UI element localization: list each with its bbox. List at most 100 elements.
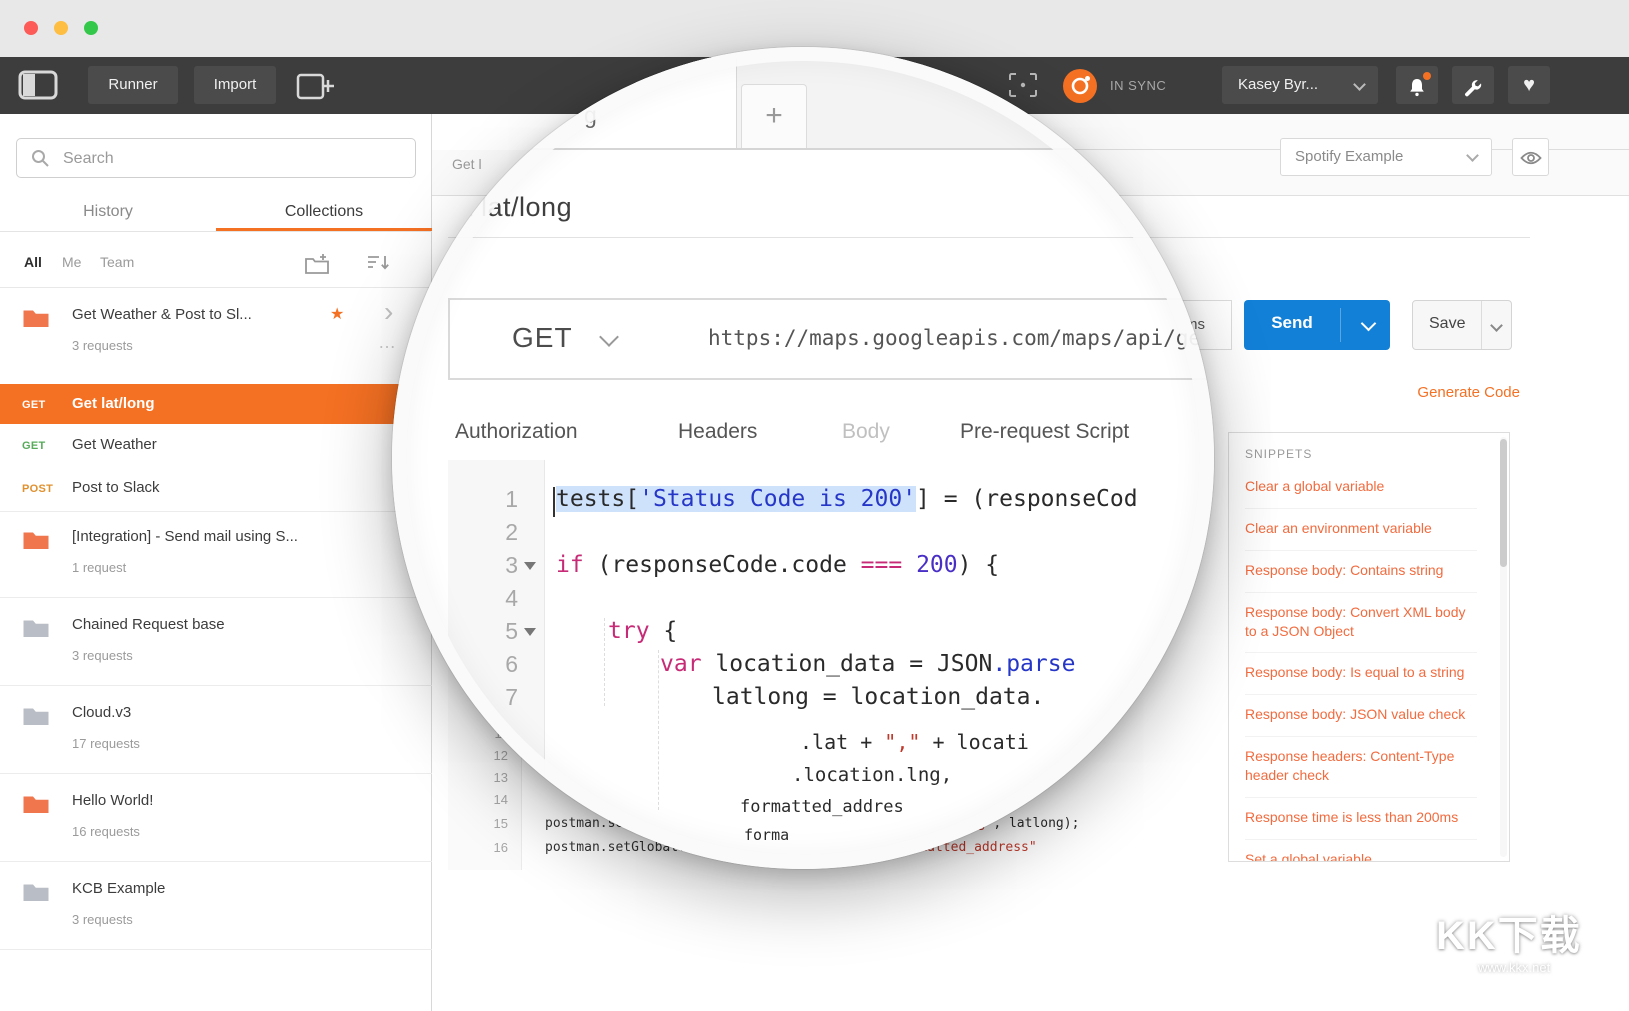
notification-badge [1423, 72, 1431, 80]
method-label: GET [22, 440, 46, 452]
send-split-divider [1340, 308, 1341, 342]
collection-folder[interactable]: [Integration] - Send mail using S... 1 r… [0, 512, 432, 598]
zoom-button[interactable] [84, 21, 98, 35]
request-item[interactable]: GET Get Weather [0, 424, 432, 466]
lens-code-line-9: .location.lng, [792, 764, 952, 786]
collection-folder[interactable]: Get Weather & Post to Sl... ★ 3 requests… [0, 288, 432, 384]
code-token: (responseCode.code [584, 552, 861, 578]
lens-method-dropdown[interactable]: GET [448, 298, 688, 380]
collection-folder[interactable]: Hello World! 16 requests [0, 774, 432, 862]
string-token: "," [884, 730, 920, 754]
chevron-down-icon[interactable] [1361, 316, 1377, 332]
close-button[interactable] [24, 21, 38, 35]
lens-tab-headers[interactable]: Headers [678, 420, 757, 444]
fold-caret-icon[interactable] [524, 562, 536, 570]
snippet-item[interactable]: Response time is less than 200ms [1245, 798, 1477, 840]
lens-tab-body[interactable]: Body [842, 420, 890, 444]
user-menu-button[interactable]: Kasey Byr... [1222, 66, 1378, 104]
snippet-item[interactable]: Clear an environment variable [1245, 509, 1477, 551]
folder-icon [22, 308, 50, 334]
snippet-item[interactable]: Response body: Convert XML body to a JSO… [1245, 593, 1477, 654]
lens-url-input[interactable]: https://maps.googleapis.com/maps/api/geo… [686, 298, 1214, 380]
favorites-button[interactable]: ♥ [1508, 66, 1550, 104]
snippet-item[interactable]: Clear a global variable [1245, 467, 1477, 509]
code-token: + locati [920, 730, 1028, 754]
method-token: .parse [992, 651, 1075, 677]
collection-meta: 3 requests [72, 648, 133, 663]
collection-meta: 3 requests [72, 912, 133, 927]
line-number: 6 [448, 651, 518, 678]
lens-code-line-3: if (responseCode.code === 200) { [556, 552, 999, 578]
collection-folder[interactable]: Chained Request base 3 requests [0, 598, 432, 686]
collection-name: Chained Request base [72, 616, 225, 633]
folder-icon [22, 882, 50, 908]
tab-history[interactable]: History [0, 192, 216, 232]
collection-name: Get Weather & Post to Sl... [72, 306, 252, 323]
line-number: 5 [448, 618, 518, 645]
operator-token: === [861, 552, 903, 578]
collection-folder[interactable]: KCB Example 3 requests [0, 862, 432, 950]
generate-code-link[interactable]: Generate Code [1360, 384, 1520, 401]
request-item-selected[interactable]: GET Get lat/long [0, 384, 432, 424]
lens-title-underline [420, 237, 1210, 238]
environment-preview-button[interactable] [1512, 138, 1549, 176]
collection-name: Cloud.v3 [72, 704, 131, 721]
lens-tab-authorization[interactable]: Authorization [455, 420, 578, 444]
lens-code-line-8: .lat + "," + locati [800, 730, 1029, 754]
sidebar-toggle-icon[interactable] [18, 70, 58, 105]
new-folder-icon[interactable] [304, 253, 330, 280]
request-name: Get Weather [72, 436, 157, 453]
lens-code-line-12: forma [744, 826, 789, 844]
minimize-button[interactable] [54, 21, 68, 35]
indent-guide [604, 618, 605, 706]
new-window-icon[interactable] [296, 71, 336, 106]
filter-me[interactable]: Me [62, 254, 81, 270]
keyword-token: var [660, 651, 702, 677]
notifications-button[interactable] [1396, 66, 1438, 104]
save-label: Save [1429, 315, 1465, 333]
filter-team[interactable]: Team [100, 254, 134, 270]
chevron-down-icon [1353, 78, 1366, 91]
code-token: location_data = JSON [702, 651, 993, 677]
snippets-title: SNIPPETS [1245, 447, 1477, 461]
lens-code-line-11: formatted_addres [740, 797, 904, 817]
lens-request-title: Get lat/long [428, 192, 572, 223]
folder-icon [22, 530, 50, 556]
import-button[interactable]: Import [194, 66, 276, 104]
lens-tab-prerequest-script[interactable]: Pre-request Script [960, 420, 1129, 444]
lens-tab-get-latlong[interactable]: g [392, 58, 737, 150]
lens-url-text: https://maps.googleapis.com/maps/api/geo… [708, 326, 1214, 350]
indent-guide [658, 650, 659, 810]
code-token: tests[ [556, 486, 639, 512]
code-token [902, 552, 916, 578]
collection-name: KCB Example [72, 880, 165, 897]
line-number: 4 [448, 585, 518, 612]
settings-button[interactable] [1452, 66, 1494, 104]
keyword-token: if [556, 552, 584, 578]
sort-icon[interactable] [366, 254, 392, 277]
request-item[interactable]: POST Post to Slack [0, 466, 432, 512]
runner-button[interactable]: Runner [88, 66, 178, 104]
save-button[interactable]: Save [1412, 300, 1512, 350]
collection-folder[interactable]: Cloud.v3 17 requests [0, 686, 432, 774]
snippet-item[interactable]: Response headers: Content-Type header ch… [1245, 737, 1477, 798]
chevron-down-icon [599, 327, 619, 347]
environment-selector[interactable]: Spotify Example [1280, 138, 1492, 176]
chevron-down-icon[interactable] [1490, 319, 1503, 332]
lens-new-tab-button[interactable]: + [741, 84, 807, 150]
search-input[interactable] [61, 145, 395, 173]
collection-name: Hello World! [72, 792, 153, 809]
watermark-url: www.kkx.net [1478, 960, 1550, 975]
send-button[interactable]: Send [1244, 300, 1390, 350]
snippet-item[interactable]: Set a global variable [1245, 840, 1477, 862]
fold-caret-icon[interactable] [524, 628, 536, 636]
filter-all[interactable]: All [24, 254, 42, 270]
eye-icon [1520, 150, 1542, 171]
snippet-item[interactable]: Response body: Contains string [1245, 551, 1477, 593]
favorite-star-icon[interactable]: ★ [330, 304, 344, 324]
collection-name: [Integration] - Send mail using S... [72, 528, 298, 545]
snippet-item[interactable]: Response body: JSON value check [1245, 695, 1477, 737]
string-token: 'Status Code is 200' [639, 486, 916, 512]
snippet-item[interactable]: Response body: Is equal to a string [1245, 653, 1477, 695]
scrollbar-thumb[interactable] [1500, 439, 1507, 567]
